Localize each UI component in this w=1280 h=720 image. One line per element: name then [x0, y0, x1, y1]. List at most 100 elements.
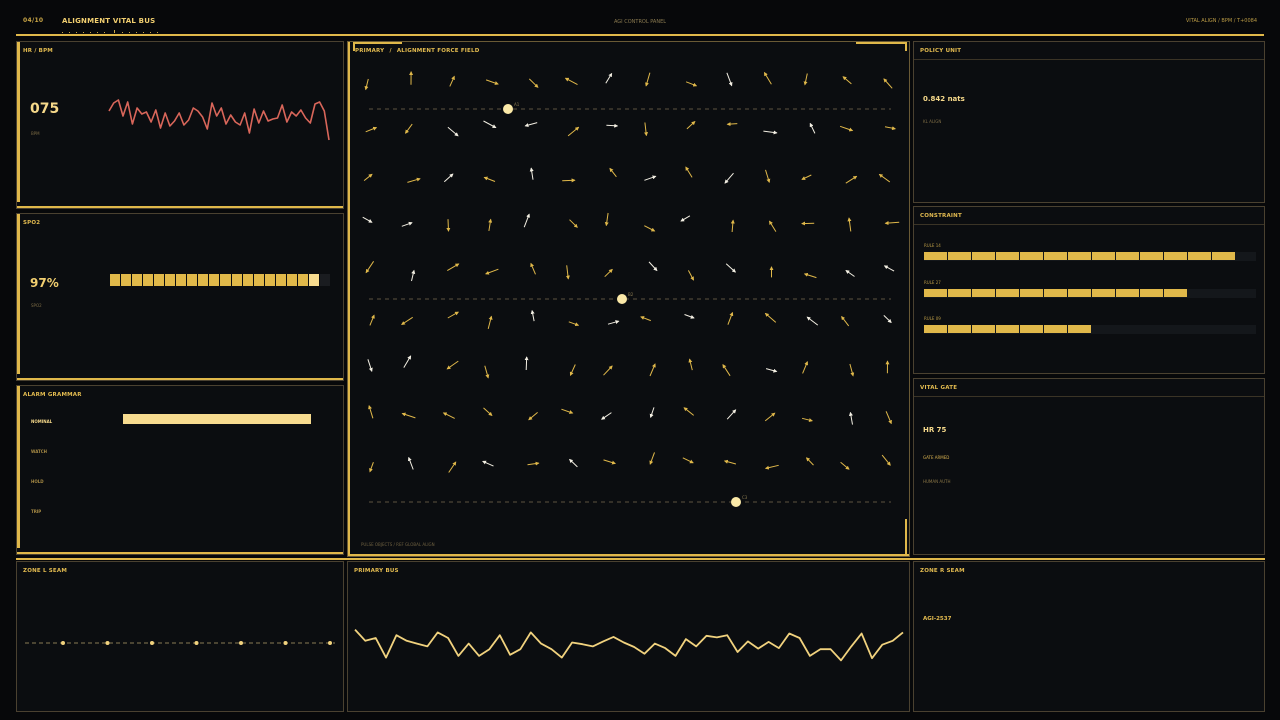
- spo2-label: SPO2: [31, 303, 42, 308]
- spo2-value: 97%: [30, 276, 59, 290]
- field-marker[interactable]: [617, 294, 627, 304]
- rule-segment: [972, 325, 995, 333]
- field-vector: [881, 454, 891, 466]
- alarm-level-watch[interactable]: WATCH: [31, 449, 47, 454]
- field-marker[interactable]: [731, 497, 741, 507]
- field-vector: [367, 359, 373, 372]
- field-vector: [401, 221, 413, 227]
- force-field-panel[interactable]: PRIMARY / ALIGNMENT FORCE FIELD A1 B2 C3 P…: [347, 41, 910, 557]
- field-vector: [449, 75, 455, 87]
- constraint-panel[interactable]: CONSTRAINT RULE 14 RULE 27 RULE 09: [913, 206, 1265, 374]
- field-vector: [730, 219, 735, 233]
- alarm-title: ALARM GRAMMAR: [23, 392, 82, 398]
- field-vector: [483, 407, 493, 417]
- seam-node: [61, 641, 65, 645]
- field-vector: [482, 460, 494, 467]
- field-vector: [528, 78, 539, 88]
- rule-label: RULE 14: [924, 243, 941, 248]
- field-vector: [484, 365, 490, 379]
- field-vector: [684, 314, 695, 319]
- field-vector: [601, 412, 612, 420]
- field-vector: [645, 72, 651, 87]
- spo2-segment: [143, 274, 154, 286]
- field-vector: [567, 126, 580, 137]
- field-vector: [845, 270, 855, 277]
- rule-segment: [1020, 325, 1043, 333]
- rule-segment: [948, 325, 971, 333]
- field-vector: [883, 315, 892, 324]
- rule-segment: [1092, 289, 1115, 297]
- field-vector: [726, 409, 737, 420]
- field-vector: [523, 213, 530, 228]
- field-vector: [407, 177, 421, 183]
- field-vector: [569, 458, 578, 468]
- field-vector: [644, 122, 649, 137]
- alarm-level-trip[interactable]: TRIP: [31, 509, 41, 514]
- field-vector: [442, 412, 455, 419]
- seam-node: [239, 641, 243, 645]
- field-vector: [682, 457, 694, 464]
- panel-accent: [17, 214, 20, 374]
- field-vector: [764, 312, 777, 323]
- spo2-segment: [187, 274, 198, 286]
- spo2-segment: [308, 274, 319, 286]
- field-vector: [365, 261, 375, 274]
- field-vector: [686, 120, 696, 130]
- policy-title: POLICY UNIT: [920, 48, 962, 54]
- field-vector: [561, 408, 574, 414]
- spo2-panel[interactable]: SPO2 97% SPO2: [16, 213, 344, 381]
- rule-segment: [1140, 289, 1163, 297]
- vital-gate-panel[interactable]: VITAL GATE HR 75 GATE ARMED HUMAN AUTH: [913, 378, 1265, 555]
- field-vector: [885, 411, 892, 425]
- seam-node: [150, 641, 154, 645]
- field-vector: [369, 314, 375, 326]
- field-vector: [446, 219, 451, 232]
- field-vector: [849, 363, 855, 377]
- rule-segment: [996, 325, 1019, 333]
- policy-panel[interactable]: POLICY UNIT 0.842 nats KL ALIGN: [913, 41, 1265, 203]
- spo2-segment: [154, 274, 165, 286]
- alarm-active-bar: [123, 414, 311, 424]
- field-vector: [769, 220, 777, 232]
- field-vector: [607, 320, 620, 325]
- field-vector: [806, 316, 819, 326]
- rule-segment: [1092, 252, 1115, 260]
- field-vector: [401, 412, 416, 419]
- spo2-segment: [198, 274, 209, 286]
- zone-l-panel[interactable]: ZONE L SEAM: [16, 561, 344, 712]
- field-vector: [407, 456, 414, 470]
- alarm-level-nominal[interactable]: NOMINAL: [31, 419, 52, 424]
- field-vector: [603, 459, 616, 465]
- field-vector: [411, 269, 416, 282]
- field-vector: [878, 173, 891, 183]
- rule-segment: [972, 252, 995, 260]
- hr-panel[interactable]: HR / BPM 075 BPM: [16, 41, 344, 209]
- panel-accent: [17, 42, 20, 202]
- zone-l-seam: [25, 641, 335, 645]
- spo2-segment: [132, 274, 143, 286]
- field-vector: [604, 212, 609, 227]
- field-vector: [648, 261, 658, 272]
- rule-segment: [972, 289, 995, 297]
- policy-sub: KL ALIGN: [923, 119, 942, 124]
- spo2-segment: [242, 274, 253, 286]
- rule-label: RULE 09: [924, 316, 941, 321]
- rule-segment: [996, 289, 1019, 297]
- field-vector: [685, 81, 698, 87]
- field-vector: [529, 167, 534, 180]
- alarm-panel[interactable]: ALARM GRAMMAR NOMINAL WATCH HOLD TRIP: [16, 385, 344, 555]
- field-vector: [805, 457, 814, 466]
- policy-value: 0.842 nats: [923, 95, 965, 103]
- field-vector: [485, 268, 499, 275]
- zone-r-panel[interactable]: ZONE R SEAM AGI-2537: [913, 561, 1265, 712]
- field-vector: [649, 452, 655, 465]
- rule-segment: [924, 289, 947, 297]
- alarm-level-hold[interactable]: HOLD: [31, 479, 44, 484]
- field-vector: [649, 407, 655, 419]
- rule-segment: [1044, 325, 1067, 333]
- field-vector: [569, 219, 578, 228]
- spo2-segment: [275, 274, 286, 286]
- field-marker[interactable]: [503, 104, 513, 114]
- constraint-title: CONSTRAINT: [920, 213, 962, 219]
- primary-bus-panel[interactable]: PRIMARY BUS: [347, 561, 910, 712]
